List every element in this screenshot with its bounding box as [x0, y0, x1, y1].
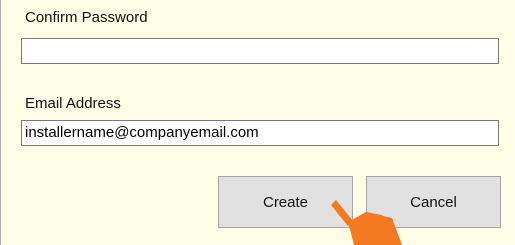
confirm-password-label: Confirm Password [25, 9, 148, 26]
email-address-field[interactable]: installername@companyemail.com [21, 120, 499, 146]
email-address-label: Email Address [25, 95, 121, 112]
confirm-password-field[interactable] [21, 38, 499, 64]
hand-pointer-icon [331, 200, 402, 245]
create-account-dialog: Confirm Password Email Address installer… [0, 0, 515, 245]
